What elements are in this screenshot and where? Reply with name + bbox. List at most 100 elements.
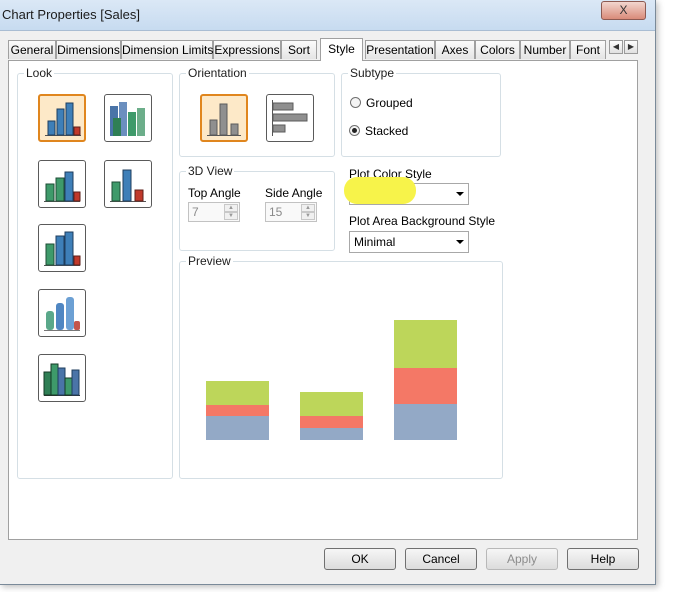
radio-unchecked-icon <box>350 97 361 108</box>
orientation-group-label: Orientation <box>186 66 249 80</box>
tab-scroll-right-button[interactable]: ▶ <box>624 40 638 54</box>
preview-group-label: Preview <box>186 254 233 268</box>
look-option-3[interactable] <box>38 160 86 208</box>
preview-chart <box>206 320 457 440</box>
tab-style[interactable]: Style <box>320 38 363 61</box>
tab-label: Presentation <box>366 43 434 57</box>
apply-button-label: Apply <box>506 552 538 566</box>
view3d-group: 3D View Top Angle 7 ▲ ▼ Side Angle 15 ▲ … <box>179 164 335 251</box>
orientation-vertical-button[interactable] <box>200 94 248 142</box>
arrow-left-icon: ◀ <box>612 42 620 51</box>
look-group: Look <box>17 66 173 479</box>
apply-button[interactable]: Apply <box>486 548 558 570</box>
spin-down-icon[interactable]: ▼ <box>224 212 238 220</box>
subtype-group: Subtype Grouped <box>341 66 501 157</box>
preview-bar-1-top <box>206 381 269 405</box>
spin-up-icon[interactable]: ▲ <box>301 204 315 212</box>
tab-font[interactable]: Font <box>570 40 606 59</box>
tab-presentation[interactable]: Presentation <box>365 40 435 59</box>
look-option-4[interactable] <box>104 160 152 208</box>
side-angle-spinner[interactable]: 15 ▲ ▼ <box>265 202 317 222</box>
plot-area-background-label: Plot Area Background Style <box>349 214 496 228</box>
tab-label: Colors <box>480 43 515 57</box>
tab-label: Sort <box>287 43 310 57</box>
top-angle-spinner[interactable]: 7 ▲ ▼ <box>188 202 240 222</box>
help-button[interactable]: Help <box>567 548 639 570</box>
annotation-highlight <box>344 177 416 204</box>
tab-label: Dimension Limits <box>122 43 214 57</box>
radio-checked-icon <box>349 125 360 136</box>
preview-bar-3-top <box>394 320 457 368</box>
horizontal-bars-icon <box>272 100 308 136</box>
look-option-5[interactable] <box>38 224 86 272</box>
look-group-label: Look <box>24 66 55 80</box>
subtype-group-label: Subtype <box>348 66 397 80</box>
spin-up-icon[interactable]: ▲ <box>224 204 238 212</box>
chevron-down-icon <box>456 192 464 196</box>
tab-label: Expressions <box>214 43 280 57</box>
tab-strip: General Dimensions Dimension Limits Expr… <box>0 38 655 61</box>
spin-down-icon[interactable]: ▼ <box>301 212 315 220</box>
tab-label: Number <box>523 43 567 57</box>
plot-area-background-select[interactable]: Minimal <box>349 231 469 253</box>
cancel-button-label: Cancel <box>422 552 460 566</box>
bar-chart-3d-cylinder-icon <box>110 102 145 136</box>
tab-expressions[interactable]: Expressions <box>213 40 281 59</box>
preview-bar-2-middle <box>300 416 363 428</box>
top-angle-value: 7 <box>192 205 199 219</box>
close-icon: X <box>619 3 628 17</box>
arrow-right-icon: ▶ <box>627 42 635 51</box>
tab-scroll-left-button[interactable]: ◀ <box>609 40 623 54</box>
look-option-1[interactable] <box>38 94 86 142</box>
subtype-grouped-radio[interactable]: Grouped <box>350 94 470 112</box>
subtype-stacked-label: Stacked <box>365 124 409 138</box>
bar-chart-2d-icon <box>45 102 81 136</box>
bar-chart-3d-tall-icon <box>44 231 81 266</box>
window-title: Chart Properties [Sales] <box>2 7 141 22</box>
top-angle-label: Top Angle <box>188 186 241 200</box>
title-bar: Chart Properties [Sales] X <box>0 0 655 31</box>
side-angle-stepper[interactable]: ▲ ▼ <box>301 204 315 220</box>
tab-dimensions[interactable]: Dimensions <box>56 40 121 59</box>
tab-label: Dimensions <box>57 43 120 57</box>
look-option-6[interactable] <box>38 289 86 337</box>
tab-label: Font <box>575 43 600 57</box>
preview-bar-1-bottom <box>206 416 269 440</box>
tab-label: General <box>10 43 54 57</box>
tab-label: Style <box>328 42 355 56</box>
look-option-2[interactable] <box>104 94 152 142</box>
chart-properties-dialog: Chart Properties [Sales] X General Dimen… <box>0 0 656 585</box>
tab-label: Axes <box>441 43 469 57</box>
side-angle-label: Side Angle <box>265 186 323 200</box>
tab-sort[interactable]: Sort <box>281 40 317 59</box>
preview-bar-3-bottom <box>394 404 457 440</box>
preview-bar-2-top <box>300 392 363 416</box>
chevron-down-icon <box>456 240 464 244</box>
subtype-grouped-label: Grouped <box>366 96 413 110</box>
help-button-label: Help <box>590 552 616 566</box>
top-angle-stepper[interactable]: ▲ ▼ <box>224 204 238 220</box>
preview-bar-3-middle <box>394 368 457 404</box>
orientation-horizontal-button[interactable] <box>266 94 314 142</box>
preview-bar-1-middle <box>206 405 269 416</box>
subtype-stacked-radio[interactable]: Stacked <box>349 122 469 140</box>
tab-colors[interactable]: Colors <box>475 40 520 59</box>
orientation-group: Orientation <box>179 66 335 157</box>
ok-button-label: OK <box>351 552 369 566</box>
view3d-group-label: 3D View <box>186 164 235 178</box>
tab-axes[interactable]: Axes <box>435 40 475 59</box>
bar-chart-3d-dark-icon <box>43 363 80 396</box>
bar-chart-3d-green-icon <box>44 171 81 202</box>
side-angle-value: 15 <box>269 205 283 219</box>
plot-area-background-value: Minimal <box>354 235 396 249</box>
bar-chart-cylinder-icon <box>44 297 80 331</box>
tab-general[interactable]: General <box>8 40 56 59</box>
look-option-7[interactable] <box>38 354 86 402</box>
tab-dimension-limits[interactable]: Dimension Limits <box>121 40 213 59</box>
cancel-button[interactable]: Cancel <box>405 548 477 570</box>
tab-number[interactable]: Number <box>520 40 570 59</box>
close-button[interactable]: X <box>601 1 646 20</box>
bar-chart-3d-flat-icon <box>110 169 146 202</box>
preview-bar-2-bottom <box>300 428 363 440</box>
ok-button[interactable]: OK <box>324 548 396 570</box>
